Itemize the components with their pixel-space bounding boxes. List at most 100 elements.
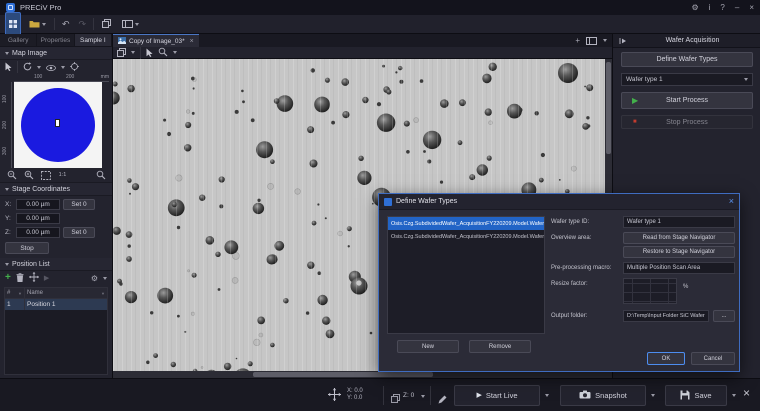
ok-button[interactable]: OK bbox=[647, 352, 685, 365]
x-set-zero-button[interactable]: Set 0 bbox=[63, 199, 95, 210]
add-position-icon[interactable]: + bbox=[5, 273, 11, 283]
z-set-zero-button[interactable]: Set 0 bbox=[63, 227, 95, 238]
redo-icon[interactable]: ↷ bbox=[77, 20, 89, 29]
chevron-down-icon[interactable] bbox=[421, 395, 425, 398]
read-from-stage-navigator-button[interactable]: Read from Stage Navigator bbox=[623, 232, 735, 244]
stop-process-button[interactable]: ■ Stop Process bbox=[621, 115, 753, 129]
remove-button[interactable]: Remove bbox=[469, 340, 531, 353]
tab-gallery[interactable]: Gallery bbox=[0, 34, 37, 46]
new-view-icon[interactable]: + bbox=[575, 36, 580, 45]
settings-gear-icon[interactable]: ⚙ bbox=[691, 4, 698, 12]
vertical-scrollbar-thumb[interactable] bbox=[606, 62, 611, 154]
zoom-fit-icon[interactable] bbox=[39, 169, 52, 181]
layout-button[interactable] bbox=[119, 13, 142, 35]
window-close-icon[interactable]: × bbox=[749, 4, 754, 12]
preprocessing-macro-field[interactable]: Multiple Position Scan Area bbox=[623, 262, 735, 274]
wafer-type-value: Wafer type 1 bbox=[626, 76, 663, 83]
cancel-button[interactable]: Cancel bbox=[691, 352, 735, 365]
info-icon[interactable]: i bbox=[709, 4, 711, 12]
play-icon: ▶ bbox=[632, 97, 638, 105]
tab-sample[interactable]: Sample I bbox=[75, 34, 112, 46]
exit-close-icon[interactable]: × bbox=[743, 387, 750, 399]
stage-coordinates-header[interactable]: Stage Coordinates bbox=[0, 183, 112, 196]
position-settings-gear-icon[interactable]: ⚙ bbox=[91, 274, 98, 283]
horizontal-scrollbar[interactable] bbox=[113, 371, 605, 378]
left-sidebar: Gallery Properties Sample I Map Image 10… bbox=[0, 34, 113, 378]
map-ruler-left: 100 200 300 bbox=[2, 82, 12, 168]
resize-factor-grid[interactable] bbox=[623, 278, 677, 304]
run-positions-icon[interactable]: ▶ bbox=[44, 274, 49, 282]
wafer-map-canvas[interactable] bbox=[14, 82, 102, 168]
column-header-name[interactable]: Name ▼ bbox=[25, 288, 107, 298]
restore-to-stage-navigator-button[interactable]: Restore to Stage Navigator bbox=[623, 246, 735, 258]
grid-icon bbox=[9, 15, 17, 33]
y-coordinate: Y: 0.0 bbox=[347, 395, 363, 402]
list-item[interactable]: Osis.Czg.SubdividedWafer_AcquisitionFY22… bbox=[388, 230, 544, 243]
z-value[interactable]: Z: 0 bbox=[403, 392, 414, 399]
main-toolbar: ↶ ↷ bbox=[0, 15, 760, 34]
percent-label: % bbox=[683, 284, 688, 290]
stage-move-icon[interactable] bbox=[328, 388, 341, 406]
viewer-toolbar bbox=[113, 47, 612, 59]
start-process-button[interactable]: ▶ Start Process bbox=[621, 92, 753, 109]
annotation-pencil-icon[interactable] bbox=[438, 391, 447, 409]
start-live-options-button[interactable] bbox=[541, 385, 553, 406]
snapshot-options-button[interactable] bbox=[647, 385, 659, 406]
chevron-down-icon[interactable] bbox=[173, 51, 177, 54]
z-stack-icon bbox=[391, 390, 400, 408]
pointer-icon[interactable] bbox=[5, 58, 12, 76]
app-title: PRECiV Pro bbox=[20, 3, 61, 12]
filter-icon[interactable]: ▼ bbox=[101, 291, 105, 296]
save-button[interactable]: Save bbox=[665, 385, 727, 406]
toolbar-separator bbox=[17, 61, 18, 73]
start-live-button[interactable]: ▶ Start Live bbox=[454, 385, 540, 406]
output-folder-field[interactable]: D:\Temp\Input Folder SiC Wafer bbox=[623, 310, 709, 322]
magnifier-icon[interactable] bbox=[94, 169, 107, 181]
save-options-button[interactable] bbox=[728, 385, 740, 406]
filter-icon[interactable]: ▼ bbox=[18, 291, 22, 296]
zoom-one-to-one-button[interactable]: 1:1 bbox=[56, 169, 69, 181]
zoom-out-icon[interactable] bbox=[5, 169, 18, 181]
dialog-close-icon[interactable]: × bbox=[729, 197, 734, 206]
x-value-field[interactable]: 0.00 µm bbox=[16, 199, 60, 210]
browse-button[interactable]: ... bbox=[713, 310, 735, 322]
help-icon[interactable]: ? bbox=[720, 4, 724, 12]
chevron-down-icon[interactable] bbox=[103, 277, 107, 280]
dialog-titlebar[interactable]: Define Wafer Types × bbox=[379, 194, 739, 210]
new-button[interactable]: New bbox=[397, 340, 459, 353]
start-process-label: Start Process bbox=[666, 97, 708, 104]
chevron-down-icon[interactable] bbox=[37, 66, 41, 69]
tab-close-icon[interactable]: × bbox=[190, 38, 194, 45]
open-file-button[interactable] bbox=[26, 13, 49, 35]
list-item-selected[interactable]: Osis.Czg.SubdividedWafer_AcquisitionFY22… bbox=[388, 217, 544, 230]
col-num-label: # bbox=[7, 290, 10, 296]
chevron-down-icon[interactable] bbox=[131, 51, 135, 54]
z-value-field[interactable]: 0.00 µm bbox=[16, 227, 60, 238]
toolbar-separator bbox=[140, 47, 141, 59]
wafer-type-list[interactable]: Osis.Czg.SubdividedWafer_AcquisitionFY22… bbox=[387, 216, 545, 334]
chevron-down-icon[interactable] bbox=[61, 66, 65, 69]
snapshot-label: Snapshot bbox=[595, 391, 627, 400]
wafer-acquisition-header: Wafer Acquisition bbox=[613, 34, 760, 48]
panel-collapse-icon[interactable] bbox=[619, 32, 627, 50]
move-to-position-icon[interactable] bbox=[29, 269, 39, 287]
minimize-icon[interactable]: – bbox=[735, 4, 739, 12]
stop-process-label: Stop Process bbox=[666, 119, 708, 126]
wafer-type-dropdown[interactable]: Wafer type 1 bbox=[621, 73, 753, 86]
app-menu-button[interactable] bbox=[5, 12, 21, 36]
delete-position-icon[interactable] bbox=[16, 269, 24, 287]
undo-icon[interactable]: ↶ bbox=[60, 20, 72, 29]
zoom-in-icon[interactable] bbox=[22, 169, 35, 181]
stop-stage-button[interactable]: Stop bbox=[5, 242, 49, 254]
y-value-field[interactable]: 0.00 µm bbox=[16, 213, 60, 224]
snapshot-button[interactable]: Snapshot bbox=[560, 385, 646, 406]
copy-image-button[interactable] bbox=[99, 13, 114, 35]
map-image-header[interactable]: Map Image bbox=[0, 47, 112, 60]
chevron-down-icon[interactable] bbox=[603, 39, 607, 42]
define-wafer-types-button[interactable]: Define Wafer Types bbox=[621, 52, 753, 67]
wafer-type-id-field[interactable]: Wafer type 1 bbox=[623, 216, 735, 228]
table-row[interactable]: 1 Position 1 bbox=[5, 299, 107, 310]
horizontal-scrollbar-thumb[interactable] bbox=[253, 372, 433, 377]
column-header-num[interactable]: # ▼ bbox=[5, 288, 25, 298]
tab-properties[interactable]: Properties bbox=[37, 34, 74, 46]
